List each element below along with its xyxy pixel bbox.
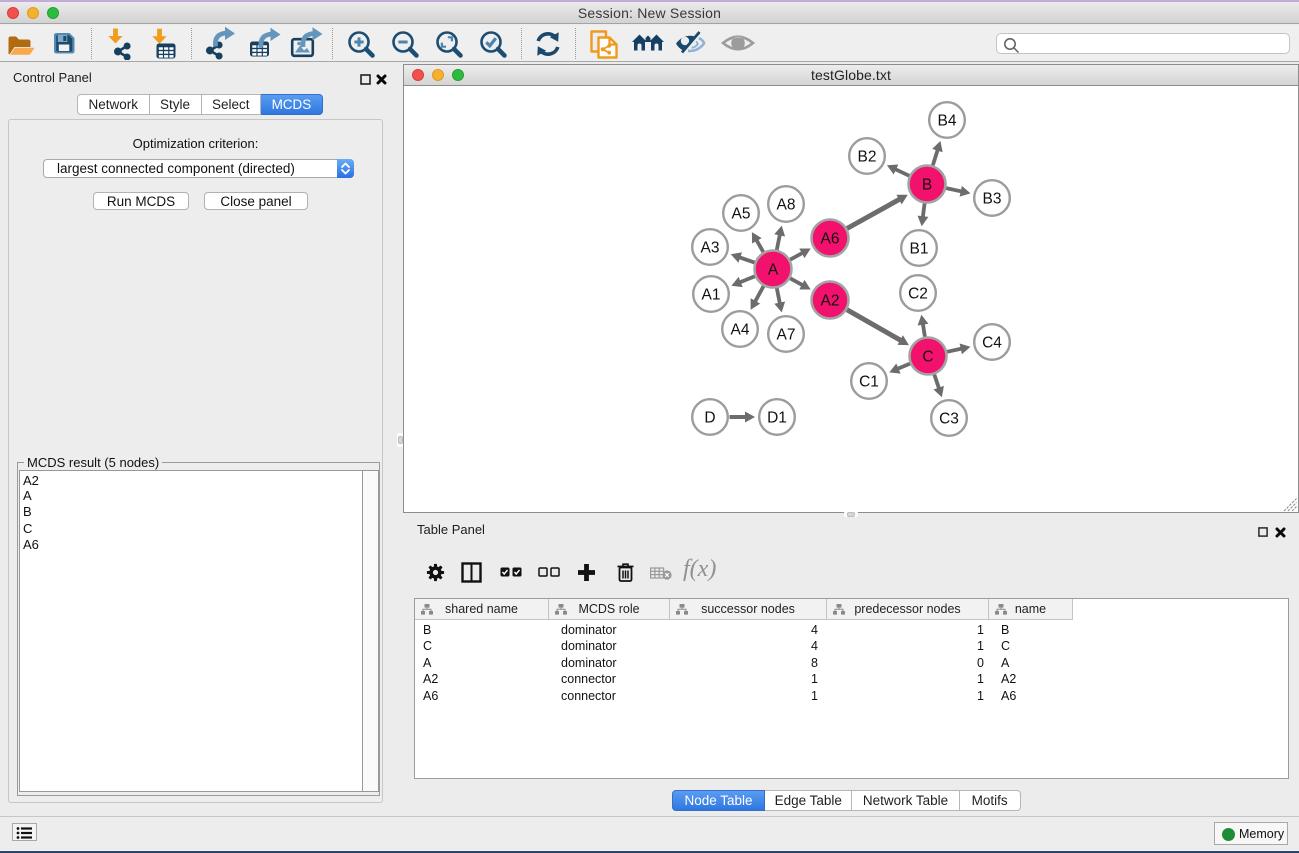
- svg-text:A1: A1: [702, 287, 721, 304]
- svg-text:B3: B3: [983, 191, 1002, 208]
- svg-text:B2: B2: [858, 149, 877, 166]
- svg-text:D1: D1: [767, 410, 787, 427]
- svg-text:A: A: [768, 262, 779, 279]
- svg-text:C1: C1: [859, 374, 879, 391]
- svg-text:A7: A7: [777, 327, 796, 344]
- svg-text:A3: A3: [701, 240, 720, 257]
- svg-text:A8: A8: [777, 197, 796, 214]
- svg-text:C: C: [922, 349, 933, 366]
- svg-text:C4: C4: [982, 335, 1002, 352]
- svg-text:A4: A4: [731, 322, 750, 339]
- svg-text:D: D: [704, 410, 715, 427]
- svg-text:C3: C3: [939, 411, 959, 428]
- svg-text:B1: B1: [910, 241, 929, 258]
- svg-text:A2: A2: [821, 293, 840, 310]
- svg-text:A5: A5: [732, 206, 751, 223]
- svg-text:C2: C2: [908, 286, 928, 303]
- svg-text:B: B: [922, 177, 932, 194]
- svg-text:A6: A6: [821, 231, 840, 248]
- svg-text:B4: B4: [938, 113, 957, 130]
